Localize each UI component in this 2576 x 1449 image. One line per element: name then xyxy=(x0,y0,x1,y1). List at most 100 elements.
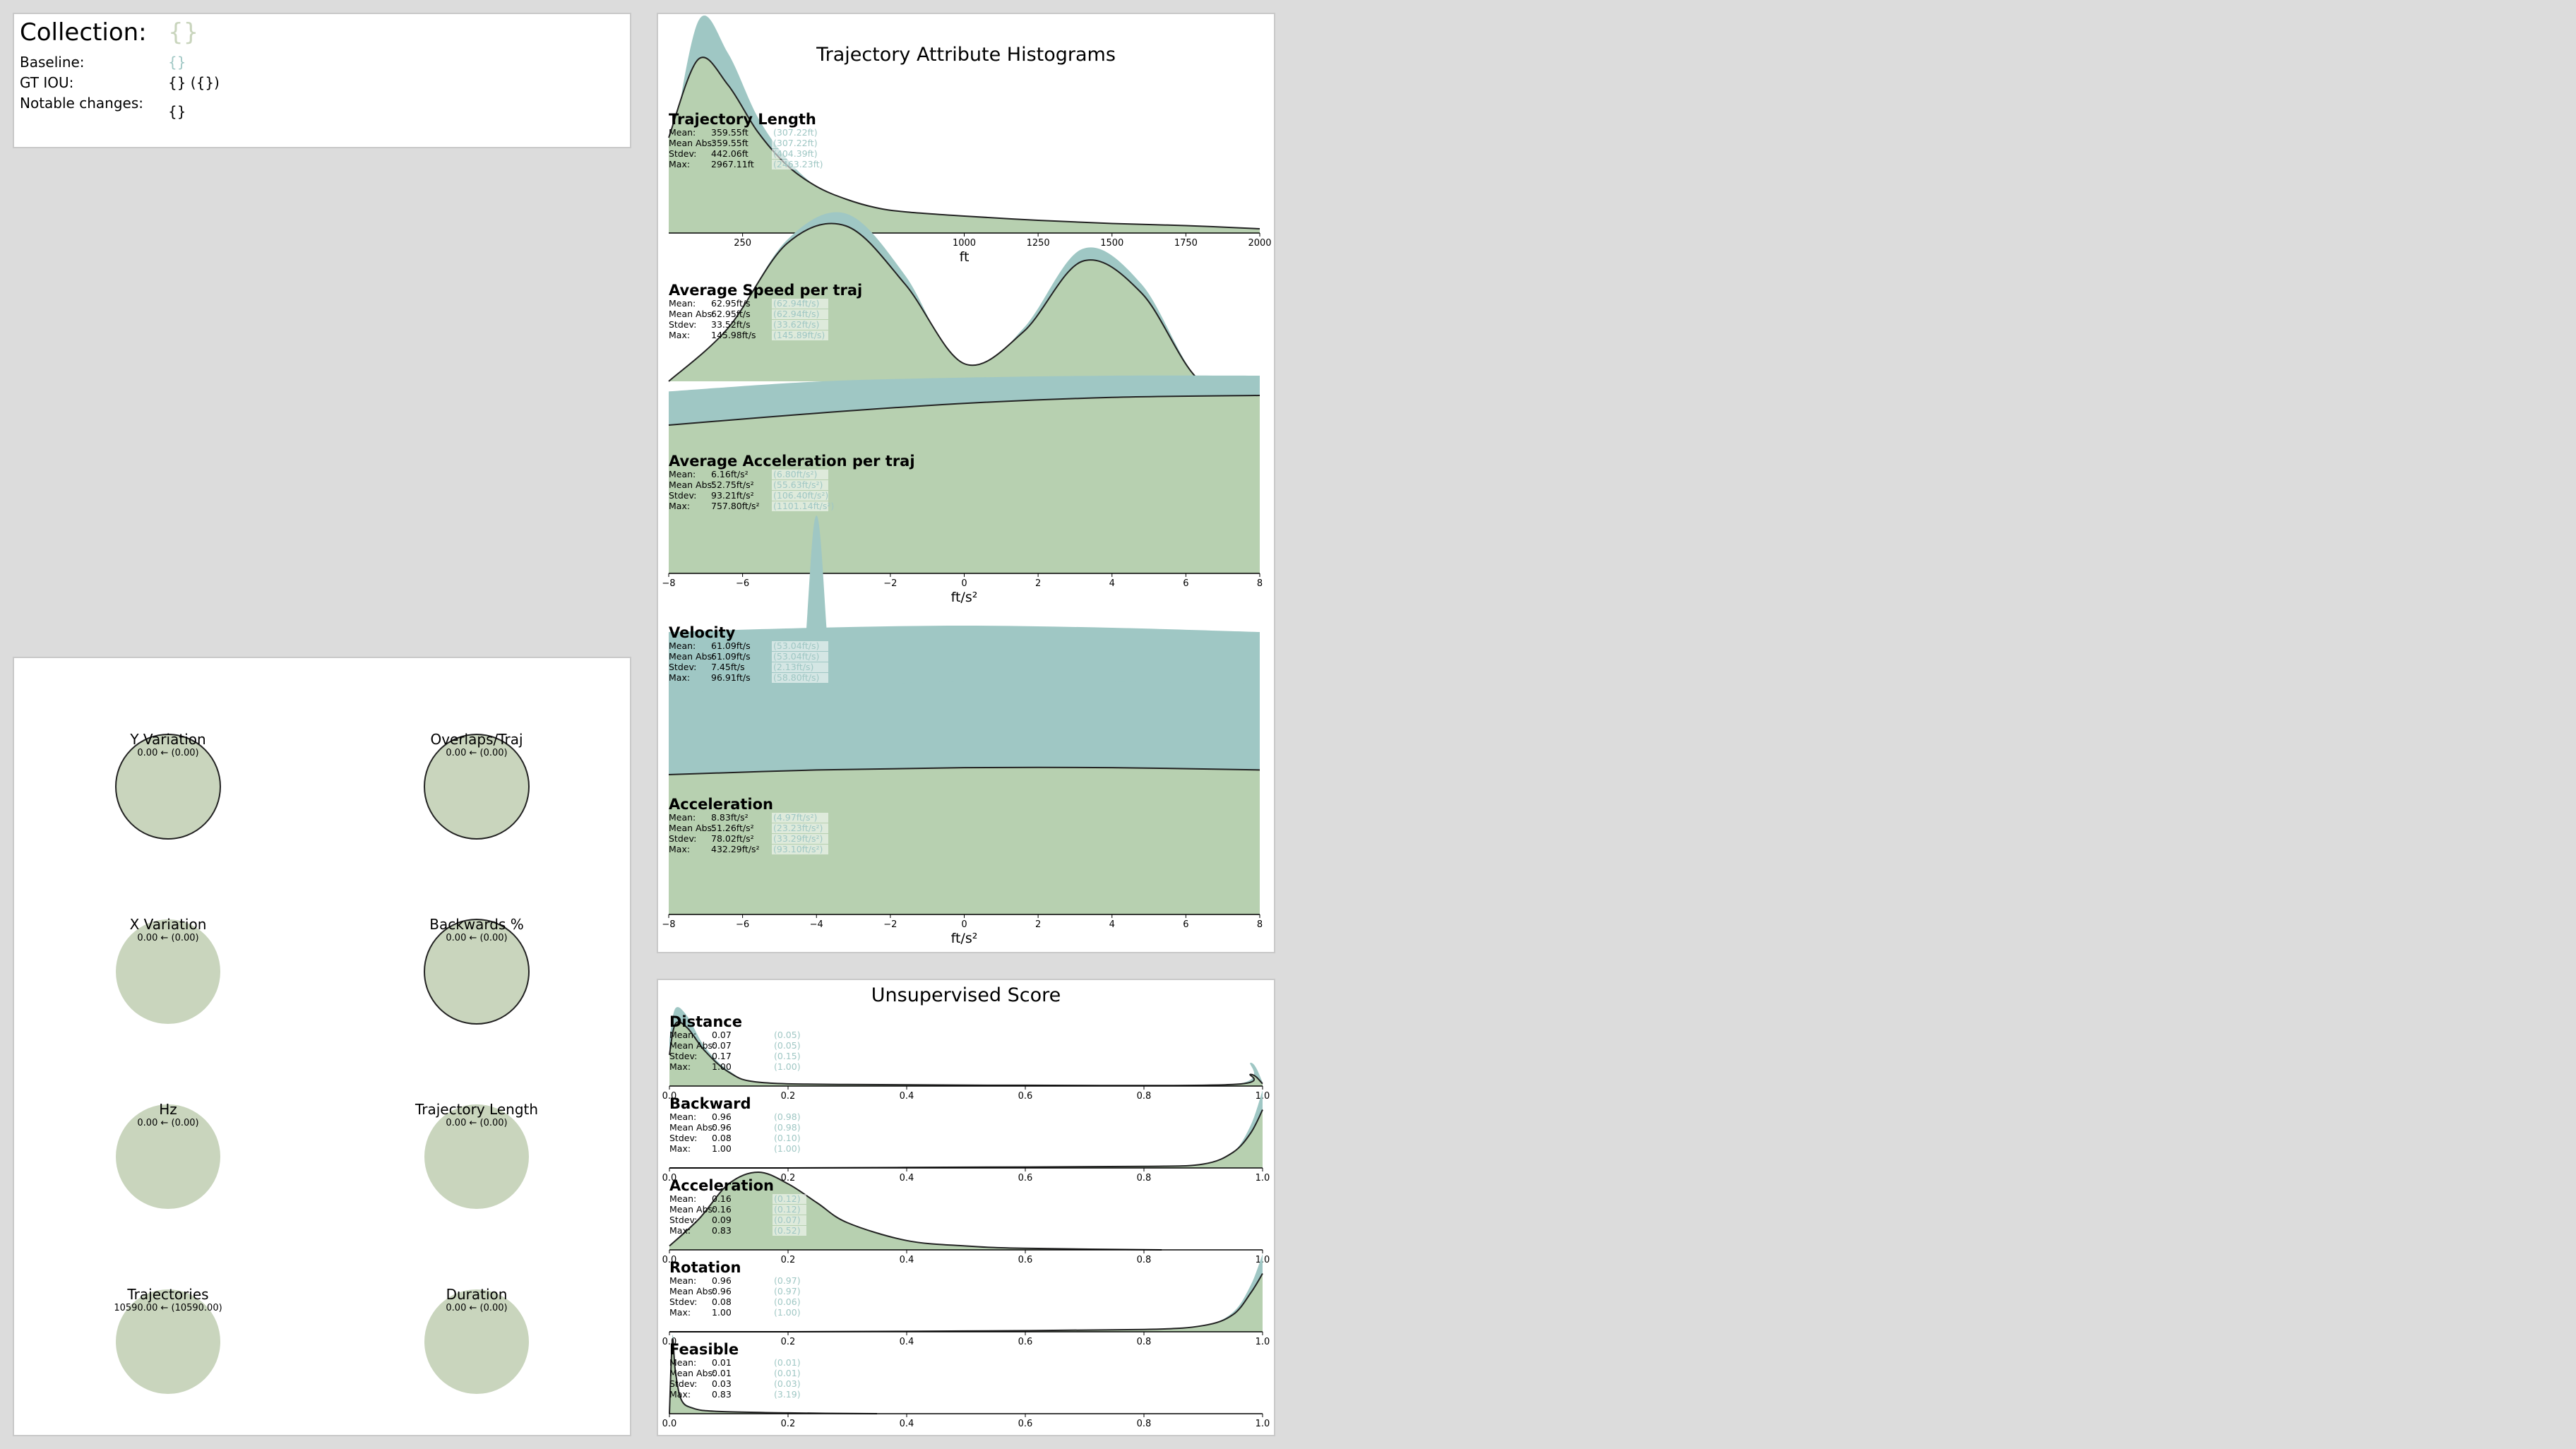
feasible-9-stat-baseline-1: (0.01) xyxy=(774,1368,801,1378)
distance-5-series-0-area xyxy=(669,1007,1263,1087)
rotation-8-stat-baseline-1: (0.97) xyxy=(774,1286,801,1296)
trajectory-length-0-stat-label-0: Mean: xyxy=(669,127,696,138)
y-variation-value: 0.00 ← (0.00) xyxy=(137,748,198,758)
trajectory-length-0-tick-label-4: 1250 xyxy=(1027,238,1050,249)
trajectory-length-0-stat-label-2: Stdev: xyxy=(669,148,696,159)
acceleration-4-tick-label-3: −2 xyxy=(883,919,897,930)
trajectory-length-0-tick-label-3: 1000 xyxy=(953,238,976,249)
rotation-8-stat-value-2: 0.08 xyxy=(712,1296,732,1307)
trajectory-length-value: 0.00 ← (0.00) xyxy=(446,1118,507,1128)
rotation-8-series-1-line xyxy=(669,1272,1263,1333)
distance-5-stat-baseline-2: (0.15) xyxy=(774,1051,801,1061)
backward-6-stat-baseline-2: (0.10) xyxy=(774,1133,801,1143)
notable-changes-label: Notable changes: xyxy=(20,95,143,112)
average-acceleration-per-traj-2-stat-label-0: Mean: xyxy=(669,469,696,479)
feasible-9-tick-label-0: 0.0 xyxy=(662,1419,677,1429)
backward-6-stat-label-0: Mean: xyxy=(669,1111,696,1122)
distance-5-stat-label-2: Stdev: xyxy=(669,1051,697,1061)
average-speed-per-traj-1-stat-value-0: 62.95ft/s xyxy=(711,298,751,309)
backward-6-stat-value-0: 0.96 xyxy=(712,1111,732,1122)
trajectory-length-0-stat-value-1: 359.55ft xyxy=(711,138,749,148)
average-acceleration-per-traj-2-x-label: ft/s² xyxy=(951,590,978,605)
distance-5-stat-value-0: 0.07 xyxy=(712,1030,732,1040)
acceleration-4-stat-label-0: Mean: xyxy=(669,812,696,823)
trajectory-length-0-x-label: ft xyxy=(960,249,970,265)
distance-5-stat-value-1: 0.07 xyxy=(712,1040,732,1051)
distance-5-tick-label-2: 0.4 xyxy=(900,1091,914,1102)
x-variation-value: 0.00 ← (0.00) xyxy=(137,933,198,943)
acceleration-7-stat-value-2: 0.09 xyxy=(712,1215,732,1225)
average-acceleration-per-traj-2-stat-baseline-3: (1101.14ft/s²) xyxy=(773,501,834,511)
backward-6-stat-value-2: 0.08 xyxy=(712,1133,732,1143)
acceleration-7-stat-baseline-0: (0.12) xyxy=(774,1193,801,1204)
rotation-8-stat-baseline-2: (0.06) xyxy=(774,1296,801,1307)
gt-iou-value: {} ({}) xyxy=(168,74,220,91)
backward-6-stat-label-1: Mean Abs: xyxy=(669,1122,715,1133)
duration-value: 0.00 ← (0.00) xyxy=(446,1303,507,1313)
average-speed-per-traj-1-stat-value-2: 33.52ft/s xyxy=(711,319,751,330)
average-acceleration-per-traj-2-tick-label-7: 6 xyxy=(1183,578,1188,589)
feasible-9-stat-baseline-2: (0.03) xyxy=(774,1378,801,1389)
backwards-label: Backwards % xyxy=(429,916,524,933)
acceleration-7-tick-label-3: 0.6 xyxy=(1018,1255,1033,1265)
histograms-title: Trajectory Attribute Histograms xyxy=(816,44,1116,66)
backward-6-stat-baseline-0: (0.98) xyxy=(774,1111,801,1122)
average-speed-per-traj-1-title: Average Speed per traj xyxy=(669,282,862,299)
distance-5-stat-value-3: 1.00 xyxy=(712,1061,732,1072)
average-speed-per-traj-1-stat-baseline-2: (33.62ft/s) xyxy=(773,319,819,330)
unsupervised-title: Unsupervised Score xyxy=(871,984,1061,1006)
backward-6-stat-baseline-3: (1.00) xyxy=(774,1143,801,1154)
trajectory-length-0-stat-value-3: 2967.11ft xyxy=(711,159,754,169)
velocity-3-stat-label-0: Mean: xyxy=(669,640,696,651)
velocity-3-stat-value-0: 61.09ft/s xyxy=(711,640,751,651)
rotation-8-series-1-area xyxy=(669,1273,1263,1332)
metric-circles-svg: Y Variation0.00 ← (0.00)Overlaps/Traj0.0… xyxy=(114,731,538,1394)
acceleration-7-stat-label-2: Stdev: xyxy=(669,1215,697,1225)
acceleration-7-stat-label-0: Mean: xyxy=(669,1193,696,1204)
rotation-8-tick-label-2: 0.4 xyxy=(900,1337,914,1347)
backward-6-tick-label-4: 0.8 xyxy=(1137,1173,1152,1183)
feasible-9-stat-label-0: Mean: xyxy=(669,1357,696,1368)
unsupervised-score-panel: Unsupervised Score 0.0 0.2 0.4 0.6 0.8 1.0 Dist… xyxy=(657,979,1275,1436)
average-acceleration-per-traj-2-stat-value-2: 93.21ft/s² xyxy=(711,490,754,501)
feasible-9-stat-label-1: Mean Abs: xyxy=(669,1368,715,1378)
x-variation-label: X Variation xyxy=(130,916,207,933)
average-speed-per-traj-1-stat-label-3: Max: xyxy=(669,330,690,340)
unsupervised-score-svg: Unsupervised Score 0.0 0.2 0.4 0.6 0.8 1.0 Dist… xyxy=(662,984,1270,1429)
hz-label: Hz xyxy=(159,1101,177,1118)
feasible-9-stat-value-2: 0.03 xyxy=(712,1378,732,1389)
average-speed-per-traj-1-stat-value-3: 145.98ft/s xyxy=(711,330,756,340)
notable-changes-value: {} xyxy=(168,103,186,120)
acceleration-4-stat-baseline-2: (33.29ft/s²) xyxy=(773,833,823,844)
average-speed-per-traj-1-stat-value-1: 62.95ft/s xyxy=(711,309,751,319)
collection-label: Collection: xyxy=(20,18,147,47)
average-acceleration-per-traj-2-stat-baseline-0: (6.80ft/s²) xyxy=(773,469,817,479)
acceleration-4-tick-label-4: 0 xyxy=(961,919,967,930)
velocity-3-stat-baseline-1: (53.04ft/s) xyxy=(773,651,819,662)
trajectory-length-0-stat-baseline-1: (307.22ft) xyxy=(773,138,818,148)
rotation-8-title: Rotation xyxy=(669,1259,741,1276)
acceleration-4-tick-label-0: −8 xyxy=(662,919,675,930)
collection-value: {} xyxy=(168,18,199,47)
backward-6-stat-baseline-1: (0.98) xyxy=(774,1122,801,1133)
acceleration-7-tick-label-4: 0.8 xyxy=(1137,1255,1152,1265)
backward-6-title: Backward xyxy=(669,1095,751,1112)
distance-5-stat-label-1: Mean Abs: xyxy=(669,1040,715,1051)
average-speed-per-traj-1-stat-label-0: Mean: xyxy=(669,298,696,309)
rotation-8-tick-label-1: 0.2 xyxy=(781,1337,796,1347)
backward-6-stat-value-3: 1.00 xyxy=(712,1143,732,1154)
rotation-8-stat-label-3: Max: xyxy=(669,1307,691,1318)
hz-value: 0.00 ← (0.00) xyxy=(137,1118,198,1128)
feasible-9-stat-label-3: Max: xyxy=(669,1389,691,1400)
acceleration-4-tick-label-2: −4 xyxy=(810,919,823,930)
acceleration-4-stat-value-1: 51.26ft/s² xyxy=(711,823,754,833)
acceleration-4-stat-label-1: Mean Abs: xyxy=(669,823,715,833)
velocity-3-stat-value-2: 7.45ft/s xyxy=(711,662,745,672)
rotation-8-stat-value-1: 0.96 xyxy=(712,1286,732,1296)
feasible-9-tick-label-4: 0.8 xyxy=(1137,1419,1152,1429)
backward-6-tick-label-2: 0.4 xyxy=(900,1173,914,1183)
feasible-9-stat-value-1: 0.01 xyxy=(712,1368,732,1378)
feasible-9-tick-label-3: 0.6 xyxy=(1018,1419,1033,1429)
acceleration-4-stat-value-0: 8.83ft/s² xyxy=(711,812,749,823)
feasible-9-tick-label-5: 1.0 xyxy=(1256,1419,1270,1429)
